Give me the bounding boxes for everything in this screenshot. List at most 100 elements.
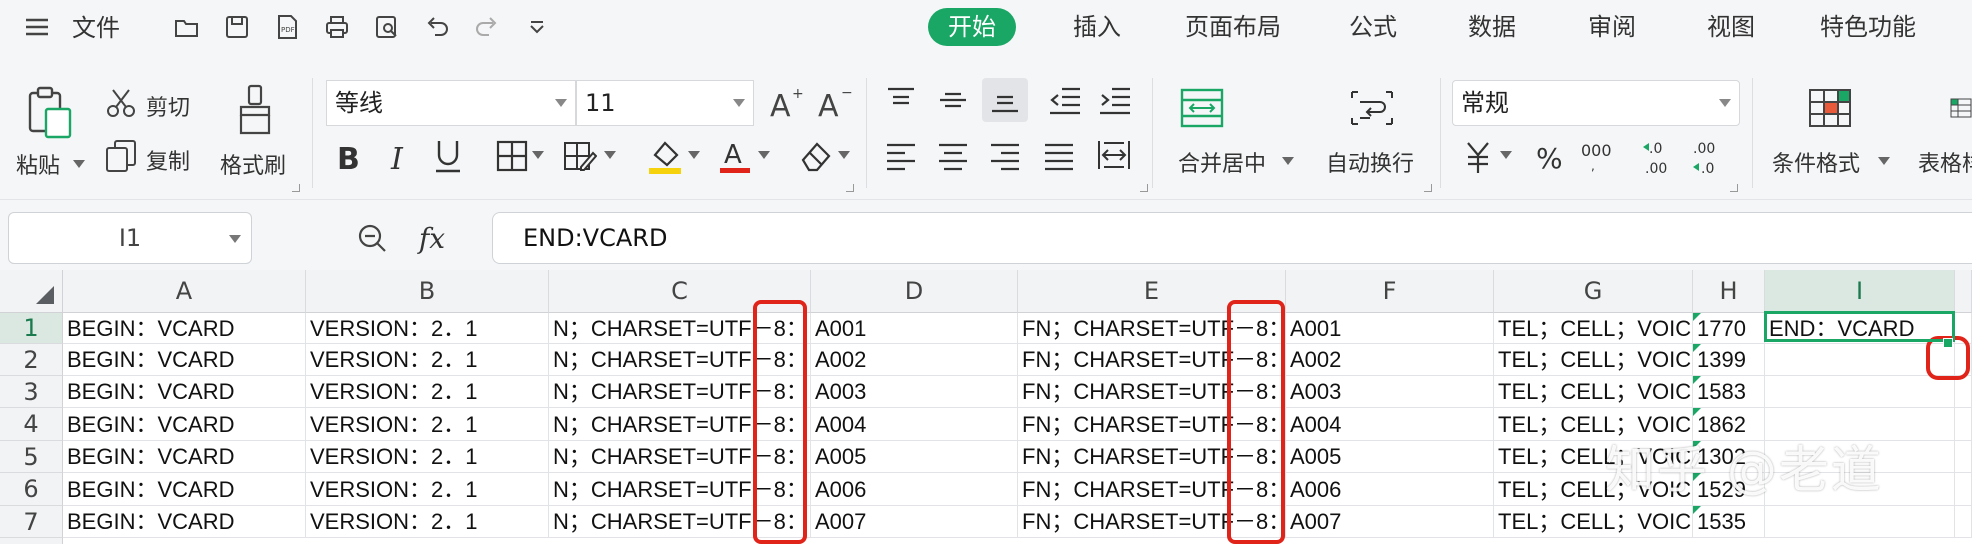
paste-dropdown-icon[interactable] <box>72 158 86 170</box>
formula-input[interactable]: END:VCARD <box>492 212 1972 264</box>
clear-format-eraser-icon[interactable] <box>796 136 834 176</box>
tab-data[interactable]: 数据 <box>1468 8 1516 46</box>
redo-icon[interactable] <box>472 12 502 42</box>
font-group-launcher[interactable] <box>846 184 854 192</box>
underline-icon[interactable] <box>430 136 466 176</box>
borders-icon[interactable] <box>494 138 530 174</box>
align-middle-icon[interactable] <box>934 82 972 118</box>
cell-d1[interactable]: A001 <box>811 313 1018 344</box>
number-format-select[interactable]: 常规 <box>1452 80 1740 126</box>
tab-review[interactable]: 审阅 <box>1588 8 1636 46</box>
cell-b7[interactable]: VERSION：2．1 <box>306 506 549 538</box>
wrap-text-button[interactable]: 自动换行 <box>1326 146 1414 178</box>
distributed-align-icon[interactable] <box>1094 136 1134 174</box>
column-header-f[interactable]: F <box>1286 270 1494 313</box>
cell-a2[interactable]: BEGIN：VCARD <box>63 344 306 376</box>
cell-d6[interactable]: A006 <box>811 473 1018 506</box>
cell-i7[interactable] <box>1765 506 1955 538</box>
align-bottom-icon[interactable] <box>982 78 1028 122</box>
draw-border-icon[interactable] <box>562 138 598 174</box>
fill-handle[interactable] <box>1943 338 1953 348</box>
row-header-5[interactable]: 5 <box>0 441 63 473</box>
format-painter-icon[interactable] <box>232 82 278 138</box>
cell-a7[interactable]: BEGIN：VCARD <box>63 506 306 538</box>
column-header-g[interactable]: G <box>1494 270 1693 313</box>
cell-d2[interactable]: A002 <box>811 344 1018 376</box>
cell-g7[interactable]: TEL；CELL；VOICE： <box>1494 506 1693 538</box>
decrease-indent-icon[interactable] <box>1046 82 1084 118</box>
table-style-icon[interactable] <box>1950 86 1972 130</box>
currency-dropdown-icon[interactable] <box>1500 150 1512 160</box>
tab-special-features[interactable]: 特色功能 <box>1820 8 1916 46</box>
cell-f5[interactable]: A005 <box>1286 441 1494 473</box>
file-menu[interactable]: 文件 <box>72 12 120 44</box>
scissors-icon[interactable] <box>104 86 138 120</box>
cell-b2[interactable]: VERSION：2．1 <box>306 344 549 376</box>
cell-b1[interactable]: VERSION：2．1 <box>306 313 549 344</box>
cell-i3[interactable] <box>1765 376 1955 408</box>
cell-next-column[interactable] <box>1955 473 1972 506</box>
cell-f4[interactable]: A004 <box>1286 408 1494 441</box>
merge-group-launcher[interactable] <box>1424 184 1432 192</box>
cell-d4[interactable]: A004 <box>811 408 1018 441</box>
tab-page-layout[interactable]: 页面布局 <box>1185 8 1281 46</box>
row-header-6[interactable]: 6 <box>0 473 63 506</box>
conditional-format-icon[interactable] <box>1806 86 1854 130</box>
hamburger-menu-icon[interactable] <box>22 12 52 42</box>
row-header-2[interactable]: 2 <box>0 344 63 376</box>
increase-font-size-icon[interactable]: A + <box>768 84 804 120</box>
cell-h3[interactable]: 1583 <box>1693 376 1765 408</box>
cell-b5[interactable]: VERSION：2．1 <box>306 441 549 473</box>
cell-b3[interactable]: VERSION：2．1 <box>306 376 549 408</box>
row-header-1[interactable]: 1 <box>0 313 63 344</box>
customize-toolbar-icon[interactable] <box>522 12 552 42</box>
open-folder-icon[interactable] <box>172 12 202 42</box>
table-style-button[interactable]: 表格样 <box>1918 146 1972 178</box>
name-box[interactable]: I1 <box>8 212 252 264</box>
cell-a4[interactable]: BEGIN：VCARD <box>63 408 306 441</box>
draw-border-dropdown-icon[interactable] <box>604 150 616 160</box>
cell-f2[interactable]: A002 <box>1286 344 1494 376</box>
cell-a1[interactable]: BEGIN：VCARD <box>63 313 306 344</box>
cell-d5[interactable]: A005 <box>811 441 1018 473</box>
column-header-a[interactable]: A <box>63 270 306 313</box>
fill-color-dropdown-icon[interactable] <box>688 150 700 160</box>
decrease-font-size-icon[interactable]: A − <box>816 84 852 120</box>
cell-f1[interactable]: A001 <box>1286 313 1494 344</box>
row-header-3[interactable]: 3 <box>0 376 63 408</box>
copy-icon[interactable] <box>104 138 138 174</box>
conditional-format-dropdown-icon[interactable] <box>1878 156 1890 166</box>
cell-a3[interactable]: BEGIN：VCARD <box>63 376 306 408</box>
cell-b6[interactable]: VERSION：2．1 <box>306 473 549 506</box>
tab-view[interactable]: 视图 <box>1707 8 1755 46</box>
row-header-7[interactable]: 7 <box>0 506 63 538</box>
tab-insert[interactable]: 插入 <box>1073 8 1121 46</box>
bold-icon[interactable]: B <box>332 136 368 176</box>
cell-h1[interactable]: 1770 <box>1693 313 1765 344</box>
row-header-next[interactable] <box>0 538 63 544</box>
merge-center-icon[interactable] <box>1178 86 1226 130</box>
cell-d3[interactable]: A003 <box>811 376 1018 408</box>
increase-indent-icon[interactable] <box>1096 82 1134 118</box>
cell-d7[interactable]: A007 <box>811 506 1018 538</box>
currency-icon[interactable] <box>1460 138 1496 176</box>
cell-g3[interactable]: TEL；CELL；VOICE： <box>1494 376 1693 408</box>
alignment-group-launcher[interactable] <box>1140 184 1148 192</box>
clipboard-group-launcher[interactable] <box>292 184 300 192</box>
column-header-b[interactable]: B <box>306 270 549 313</box>
justify-icon[interactable] <box>1040 138 1078 174</box>
borders-dropdown-icon[interactable] <box>532 150 544 160</box>
cell-a5[interactable]: BEGIN：VCARD <box>63 441 306 473</box>
clear-format-dropdown-icon[interactable] <box>838 150 850 160</box>
save-icon[interactable] <box>222 12 252 42</box>
print-icon[interactable] <box>322 12 352 42</box>
number-group-launcher[interactable] <box>1730 184 1738 192</box>
export-pdf-icon[interactable]: PDF <box>272 12 302 42</box>
decrease-decimal-icon[interactable]: .00.0 <box>1690 136 1730 178</box>
paste-button[interactable]: 粘贴 <box>16 148 60 180</box>
cell-next-column[interactable] <box>1955 441 1972 473</box>
fill-color-icon[interactable] <box>646 136 684 176</box>
italic-icon[interactable]: I <box>384 136 414 176</box>
align-left-icon[interactable] <box>882 138 920 174</box>
tab-formulas[interactable]: 公式 <box>1349 8 1397 46</box>
